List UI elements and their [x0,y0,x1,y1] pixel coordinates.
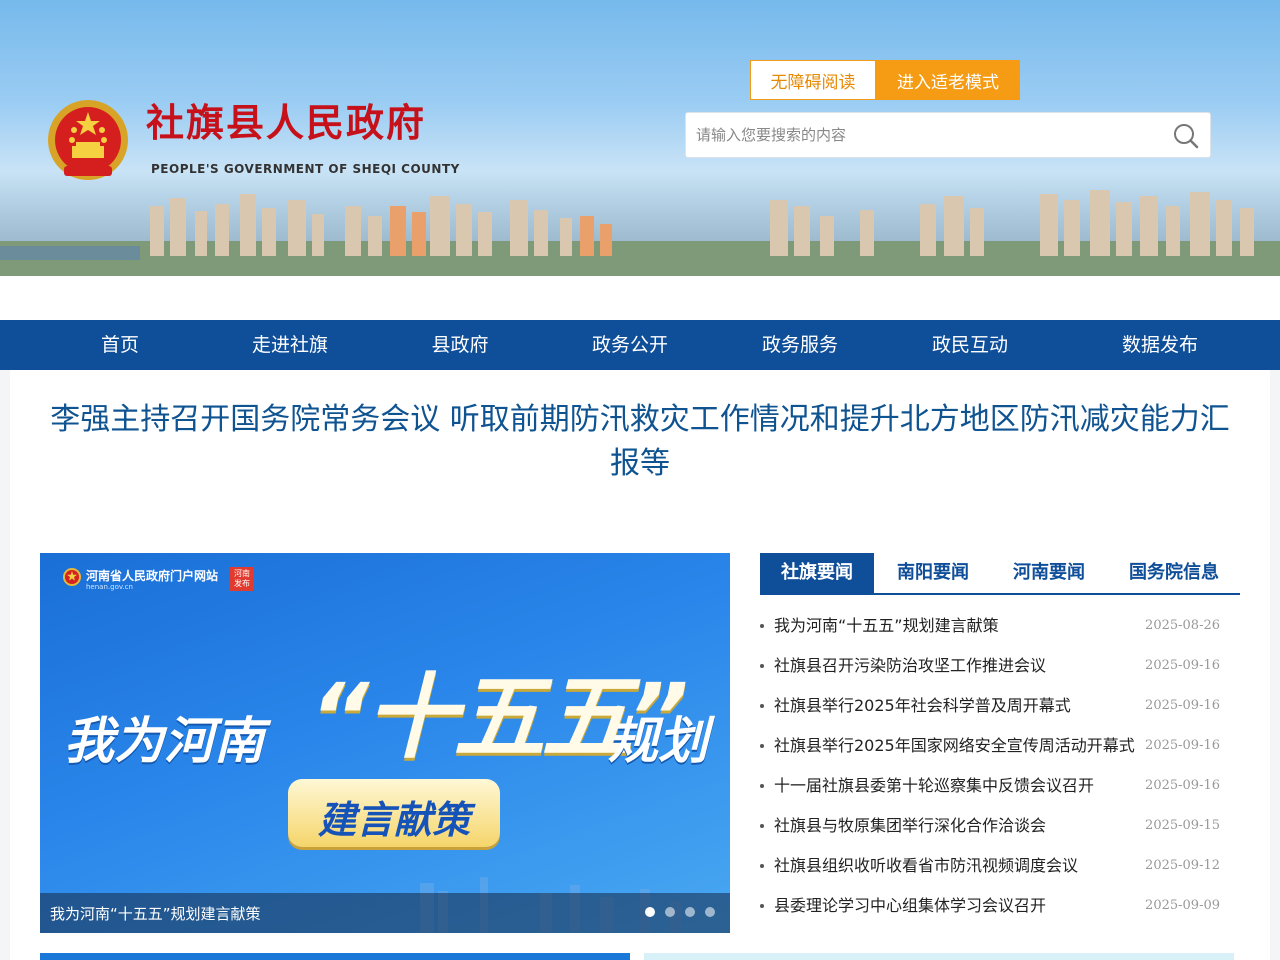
nav-item-about-sheqi[interactable]: 走进社旗 [252,320,328,370]
section-bar-left [40,953,630,960]
news-title[interactable]: 社旗县与牧原集团举行深化合作洽谈会 [774,806,1046,846]
nav-item-government-affairs-public[interactable]: 政务公开 [592,320,668,370]
elder-mode-button[interactable]: 进入适老模式 [876,60,1020,100]
nav-item-data-release[interactable]: 数据发布 [1122,320,1198,370]
carousel-dot-3[interactable] [685,907,695,917]
nav-item-home[interactable]: 首页 [101,320,139,370]
tab-henan-news[interactable]: 河南要闻 [992,553,1106,593]
news-item[interactable]: 社旗县与牧原集团举行深化合作洽谈会 2025-09-15 [760,806,1240,846]
henan-release-badge: 河南发布 [230,567,254,591]
news-title[interactable]: 社旗县举行2025年国家网络安全宣传周活动开幕式 [774,726,1135,766]
site-header: 社旗县人民政府 PEOPLE'S GOVERNMENT OF SHEQI COU… [0,0,1280,276]
news-date: 2025-09-16 [1145,658,1220,673]
news-title[interactable]: 我为河南“十五五”规划建言献策 [774,606,999,646]
news-title[interactable]: 社旗县组织收听收看省市防汛视频调度会议 [774,846,1078,886]
news-date: 2025-09-12 [1145,858,1220,873]
news-carousel[interactable]: 河南省人民政府门户网站 henan.gov.cn 河南发布 我为河南 “十五五”… [40,553,730,933]
tab-state-council-info[interactable]: 国务院信息 [1110,553,1238,593]
carousel-dot-2[interactable] [665,907,675,917]
news-item[interactable]: 十一届社旗县委第十轮巡察集中反馈会议召开 2025-09-16 [760,766,1240,806]
accessibility-reading-button[interactable]: 无障碍阅读 [750,60,876,100]
news-title[interactable]: 十一届社旗县委第十轮巡察集中反馈会议召开 [774,766,1094,806]
search-icon[interactable] [1172,122,1200,150]
city-skyline-banner [0,190,1280,276]
bullet-icon [760,864,764,868]
search-input[interactable] [696,113,1166,157]
search-box [685,112,1211,158]
bullet-icon [760,784,764,788]
news-date: 2025-08-26 [1145,618,1220,633]
carousel-dot-1[interactable] [645,907,655,917]
tab-nanyang-news[interactable]: 南阳要闻 [876,553,990,593]
news-date: 2025-09-15 [1145,818,1220,833]
henan-government-logo-icon [63,568,81,586]
news-tabs: 社旗要闻 南阳要闻 河南要闻 国务院信息 [760,553,1240,595]
news-date: 2025-09-16 [1145,778,1220,793]
news-item[interactable]: 社旗县组织收听收看省市防汛视频调度会议 2025-09-12 [760,846,1240,886]
news-title[interactable]: 县委理论学习中心组集体学习会议召开 [774,886,1046,926]
bullet-icon [760,904,764,908]
tab-sheqi-news[interactable]: 社旗要闻 [760,553,874,593]
banner-org-name: 河南省人民政府门户网站 [86,569,219,583]
news-item[interactable]: 社旗县召开污染防治攻坚工作推进会议 2025-09-16 [760,646,1240,686]
bullet-icon [760,824,764,828]
headline-link[interactable]: 李强主持召开国务院常务会议 听取前期防汛救灾工作情况和提升北方地区防汛减灾能力汇… [50,398,1230,486]
banner-caption-bar: 我为河南“十五五”规划建言献策 [40,893,730,933]
news-date: 2025-09-16 [1145,698,1220,713]
bullet-icon [760,624,764,628]
banner-pill-text: 建言献策 [317,798,470,842]
site-title: 社旗县人民政府 [146,100,427,145]
nav-item-government-services[interactable]: 政务服务 [762,320,838,370]
news-list: 我为河南“十五五”规划建言献策 2025-08-26 社旗县召开污染防治攻坚工作… [760,606,1240,926]
banner-org-url: henan.gov.cn [86,583,133,591]
bullet-icon [760,704,764,708]
news-date: 2025-09-16 [1145,738,1220,753]
banner-caption[interactable]: 我为河南“十五五”规划建言献策 [50,903,261,924]
bullet-icon [760,744,764,748]
banner-text-right: 规划 [608,712,708,770]
news-title[interactable]: 社旗县召开污染防治攻坚工作推进会议 [774,646,1046,686]
bullet-icon [760,664,764,668]
news-title[interactable]: 社旗县举行2025年社会科学普及周开幕式 [774,686,1071,726]
main-nav: 首页 走进社旗 县政府 政务公开 政务服务 政民互动 数据发布 [0,320,1280,370]
site-subtitle: PEOPLE'S GOVERNMENT OF SHEQI COUNTY [151,162,460,176]
nav-item-public-interaction[interactable]: 政民互动 [932,320,1008,370]
section-bar-right [644,953,1234,960]
banner-pill: 建言献策 [288,779,500,847]
news-item[interactable]: 社旗县举行2025年社会科学普及周开幕式 2025-09-16 [760,686,1240,726]
carousel-dot-4[interactable] [705,907,715,917]
news-item[interactable]: 县委理论学习中心组集体学习会议召开 2025-09-09 [760,886,1240,926]
banner-text-left: 我为河南 [64,712,264,770]
news-date: 2025-09-09 [1145,898,1220,913]
news-item[interactable]: 社旗县举行2025年国家网络安全宣传周活动开幕式 2025-09-16 [760,726,1240,766]
nav-item-county-government[interactable]: 县政府 [431,320,488,370]
news-item[interactable]: 我为河南“十五五”规划建言献策 2025-08-26 [760,606,1240,646]
national-emblem-icon [48,100,128,180]
